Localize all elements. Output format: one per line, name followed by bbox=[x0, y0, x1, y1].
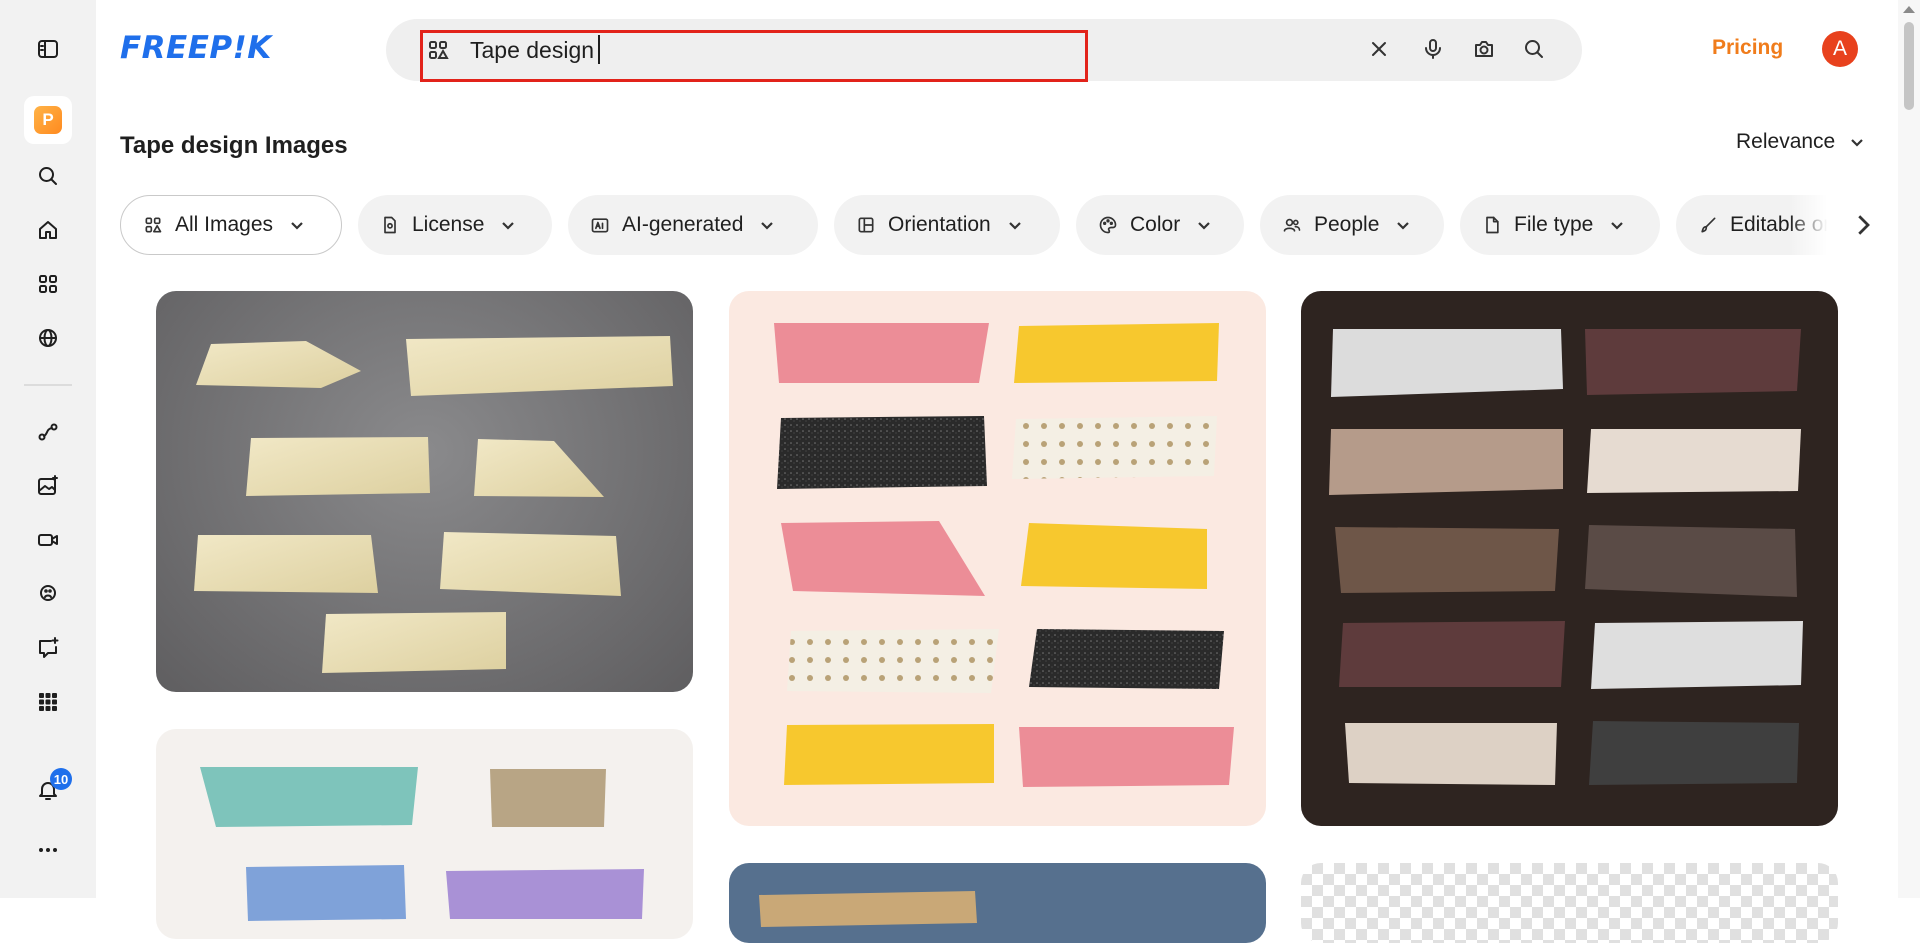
sidebar-home-button[interactable] bbox=[24, 206, 72, 254]
scrollbar-thumb[interactable] bbox=[1904, 22, 1914, 110]
palette-icon bbox=[1099, 216, 1117, 234]
image-card[interactable] bbox=[156, 291, 693, 692]
tape-image-blue bbox=[759, 891, 977, 927]
sidebar-toggle-button[interactable] bbox=[24, 25, 72, 73]
filter-orientation[interactable]: Orientation bbox=[834, 195, 1060, 255]
sidebar: P 10 bbox=[0, 0, 96, 898]
premium-icon: P bbox=[34, 106, 62, 134]
clear-search-button[interactable] bbox=[1364, 34, 1394, 64]
chevron-down-icon bbox=[1397, 222, 1410, 230]
freepik-logo[interactable]: FREEP!K bbox=[120, 30, 272, 66]
globe-icon bbox=[39, 329, 57, 347]
chevron-down-icon bbox=[291, 222, 303, 230]
filter-label: Orientation bbox=[888, 213, 991, 236]
user-avatar[interactable]: A bbox=[1822, 31, 1858, 67]
video-icon bbox=[38, 534, 58, 546]
sort-label: Relevance bbox=[1736, 130, 1836, 153]
submit-search-button[interactable] bbox=[1519, 34, 1549, 64]
search-icon bbox=[1525, 40, 1543, 58]
ai-icon bbox=[591, 218, 609, 233]
filter-label: File type bbox=[1514, 213, 1594, 236]
sidebar-image-generator-button[interactable] bbox=[24, 462, 72, 510]
sidebar-premium-button[interactable]: P bbox=[24, 96, 72, 144]
sidebar-assets-button[interactable] bbox=[24, 260, 72, 308]
search-icon bbox=[39, 167, 57, 185]
sidebar-workflow-button[interactable] bbox=[24, 408, 72, 456]
filter-label: AI-generated bbox=[622, 213, 744, 236]
workflow-icon bbox=[38, 423, 58, 441]
image-card[interactable] bbox=[729, 863, 1266, 943]
orientation-icon bbox=[858, 217, 874, 233]
sidebar-assistant-button[interactable] bbox=[24, 624, 72, 672]
grid-icon bbox=[39, 275, 57, 293]
license-icon bbox=[384, 216, 396, 234]
sidebar-explore-button[interactable] bbox=[24, 314, 72, 362]
sidebar-more-button[interactable] bbox=[24, 826, 72, 874]
sort-dropdown[interactable]: Relevance bbox=[1736, 130, 1865, 154]
image-card[interactable] bbox=[156, 729, 693, 939]
chevron-down-icon bbox=[761, 222, 774, 230]
sidebar-video-button[interactable] bbox=[24, 516, 72, 564]
image-sparkle-icon bbox=[38, 475, 58, 495]
tape-image-neutral bbox=[1329, 329, 1803, 785]
filter-ai-generated[interactable]: AI-generated bbox=[568, 195, 818, 255]
sidebar-audio-button[interactable] bbox=[24, 570, 72, 618]
image-card[interactable] bbox=[729, 291, 1266, 826]
notification-count-badge: 10 bbox=[50, 768, 72, 790]
image-card[interactable] bbox=[1301, 863, 1838, 943]
image-card[interactable] bbox=[1301, 291, 1838, 826]
grid-icon bbox=[145, 217, 162, 233]
tape-image-colorful bbox=[774, 323, 1234, 787]
more-dots-icon bbox=[39, 848, 57, 852]
file-icon bbox=[1486, 216, 1499, 234]
chevron-down-icon bbox=[1008, 222, 1021, 230]
chevron-down-icon bbox=[502, 222, 515, 230]
sidebar-notifications-button[interactable]: 10 bbox=[24, 766, 72, 814]
filter-label: License bbox=[412, 213, 485, 236]
filter-bar-fade bbox=[1790, 195, 1852, 255]
filter-label: All Images bbox=[175, 213, 274, 236]
camera-icon bbox=[1475, 41, 1493, 57]
chat-sparkle-icon bbox=[39, 637, 59, 658]
filter-label: People bbox=[1314, 213, 1380, 236]
chevron-down-icon bbox=[1198, 222, 1210, 230]
scroll-up-arrow[interactable] bbox=[1903, 6, 1915, 13]
filter-label: Color bbox=[1130, 213, 1181, 236]
page-scrollbar[interactable] bbox=[1898, 0, 1920, 898]
tape-image-cream bbox=[194, 336, 673, 673]
filter-license[interactable]: License bbox=[358, 195, 552, 255]
filter-bar: All Images License AI-generated Orientat… bbox=[120, 195, 1852, 255]
brush-icon bbox=[1701, 217, 1716, 233]
chevron-right-icon[interactable] bbox=[1848, 210, 1878, 240]
image-search-button[interactable] bbox=[1469, 34, 1499, 64]
filter-all-images[interactable]: All Images bbox=[120, 195, 342, 255]
filter-people[interactable]: People bbox=[1260, 195, 1444, 255]
page-title: Tape design Images bbox=[120, 132, 348, 159]
sidebar-panel-icon bbox=[38, 40, 58, 58]
sidebar-apps-button[interactable] bbox=[24, 678, 72, 726]
chevron-down-icon bbox=[1611, 222, 1624, 230]
microphone-icon bbox=[1425, 39, 1441, 59]
tape-image-pastel bbox=[200, 767, 644, 921]
home-icon bbox=[39, 221, 57, 239]
filter-file-type[interactable]: File type bbox=[1460, 195, 1660, 255]
voice-icon bbox=[40, 585, 56, 601]
voice-search-button[interactable] bbox=[1418, 34, 1448, 64]
sidebar-divider bbox=[24, 384, 72, 386]
chevron-down-icon bbox=[1851, 139, 1864, 147]
pricing-link[interactable]: Pricing bbox=[1712, 36, 1783, 60]
close-icon bbox=[1372, 42, 1386, 56]
sidebar-search-button[interactable] bbox=[24, 152, 72, 200]
people-icon bbox=[1283, 218, 1301, 232]
apps-grid-icon bbox=[39, 693, 57, 711]
filter-color[interactable]: Color bbox=[1076, 195, 1244, 255]
search-input-highlight bbox=[420, 30, 1088, 82]
